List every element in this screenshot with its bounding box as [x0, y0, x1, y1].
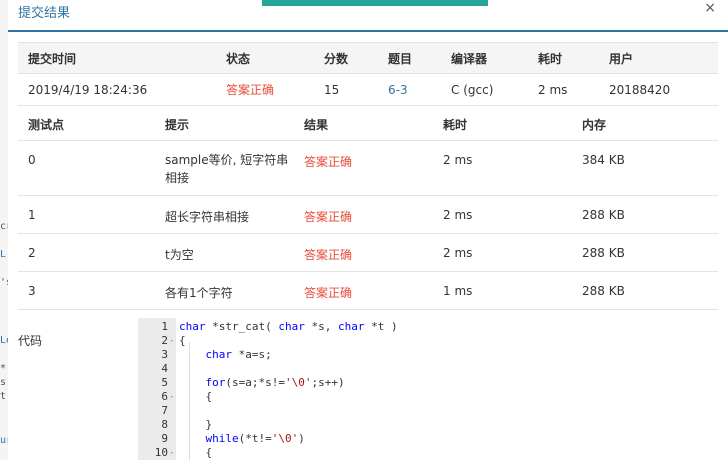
testcase-id: 3 [28, 284, 36, 298]
submission-row: 2019/4/19 18:24:36 答案正确 15 6-3 C (gcc) 2… [18, 74, 718, 106]
code-line: 5 for(s=a;*s!='\0';s++) [138, 376, 718, 390]
code-text: for(s=a;*s!='\0';s++) [205, 376, 345, 389]
submission-table-header: 提交时间 状态 分数 题目 编译器 耗时 用户 [18, 42, 718, 74]
testcase-hint: t为空 [165, 248, 194, 262]
line-number: 8 [161, 418, 168, 431]
fold-toggle-icon[interactable]: - [169, 334, 174, 348]
problem-link[interactable]: 6-3 [388, 83, 408, 97]
background-fragment: L [0, 249, 7, 260]
score: 15 [324, 82, 340, 97]
code-text: { [179, 446, 213, 459]
table-row: 2 t为空 答案正确 2 ms 288 KB [18, 234, 718, 272]
line-number: 2 [161, 334, 168, 347]
testcase-hint: 超长字符串相接 [165, 210, 250, 224]
header-compiler: 编译器 [451, 51, 488, 66]
background-fragment: * [0, 363, 7, 374]
code-text: } [179, 418, 213, 431]
header-time: 耗时 [538, 51, 563, 66]
code-editor[interactable]: 1 char *str_cat( char *s, char *t ) 2-{3 c… [138, 318, 718, 460]
submit-time: 2019/4/19 18:24:36 [28, 82, 148, 97]
submission-table: 提交时间 状态 分数 题目 编译器 耗时 用户 2019/4/19 18:24:… [18, 42, 718, 106]
testcase-id: 2 [28, 246, 36, 260]
background-fragment: t [0, 391, 7, 402]
testcase-memory: 384 KB [582, 153, 625, 167]
line-number: 9 [161, 432, 168, 445]
line-number: 6 [161, 390, 168, 403]
header-status: 状态 [226, 51, 251, 66]
testcase-time: 2 ms [443, 246, 473, 260]
line-number: 3 [161, 348, 168, 361]
status-badge: 答案正确 [226, 83, 275, 97]
line-number: 10 [154, 446, 168, 459]
code-line: 2-{ [138, 334, 718, 348]
testcase-table-header: 测试点 提示 结果 耗时 内存 [18, 106, 718, 141]
table-row: 1 超长字符串相接 答案正确 2 ms 288 KB [18, 196, 718, 234]
testcase-result: 答案正确 [304, 155, 353, 169]
code-line: 4 [138, 362, 718, 376]
header-submit-time: 提交时间 [28, 51, 77, 66]
testcase-result: 答案正确 [304, 248, 353, 262]
code-line: 3 char *a=s; [138, 348, 718, 362]
code-text: char *str_cat( char *s, char *t ) [179, 320, 398, 333]
code-label: 代码 [18, 334, 43, 348]
code-text: while(*t!='\0') [205, 432, 305, 445]
dialog-title: 提交结果 [18, 6, 71, 21]
code-text: char *a=s; [205, 348, 272, 361]
table-row: 3 各有1个字符 答案正确 1 ms 288 KB [18, 272, 718, 310]
testcase-table: 测试点 提示 结果 耗时 内存 0 sample等价, 短字符串相接 答案正确 … [18, 106, 718, 310]
header-problem: 题目 [388, 51, 413, 66]
dialog-header: 提交结果 × [8, 0, 728, 32]
header-time: 耗时 [443, 118, 468, 132]
code-line: 8 } [138, 418, 718, 432]
code-text: { [179, 334, 186, 347]
close-icon[interactable]: × [704, 0, 716, 16]
testcase-time: 1 ms [443, 284, 473, 298]
testcase-id: 0 [28, 153, 36, 167]
header-result: 结果 [304, 118, 329, 132]
testcase-hint: sample等价, 短字符串相接 [165, 153, 289, 185]
header-memory: 内存 [582, 118, 607, 132]
testcase-result: 答案正确 [304, 286, 353, 300]
line-number: 4 [161, 362, 168, 375]
code-line: 6- { [138, 390, 718, 404]
compiler: C (gcc) [451, 82, 494, 97]
code-line: 9 while(*t!='\0') [138, 432, 718, 446]
background-fragment: s [0, 377, 7, 388]
testcase-memory: 288 KB [582, 284, 625, 298]
testcase-memory: 288 KB [582, 208, 625, 222]
code-text: { [179, 390, 213, 403]
line-number: 1 [161, 320, 168, 333]
header-hint: 提示 [165, 118, 190, 132]
line-number: 5 [161, 376, 168, 389]
testcase-time: 2 ms [443, 153, 473, 167]
fold-toggle-icon[interactable]: - [169, 390, 174, 404]
header-testcase: 测试点 [28, 118, 65, 132]
testcase-id: 1 [28, 208, 36, 222]
fold-toggle-icon[interactable]: - [169, 446, 174, 460]
code-line: 1 char *str_cat( char *s, char *t ) [138, 320, 718, 334]
table-row: 0 sample等价, 短字符串相接 答案正确 2 ms 384 KB [18, 141, 718, 196]
run-time: 2 ms [538, 82, 568, 97]
header-score: 分数 [324, 51, 349, 66]
code-line: 7 [138, 404, 718, 418]
testcase-memory: 288 KB [582, 246, 625, 260]
line-number: 7 [161, 404, 168, 417]
testcase-time: 2 ms [443, 208, 473, 222]
user-id: 20188420 [609, 82, 671, 97]
submission-result-dialog: 提交结果 × 提交时间 状态 分数 题目 编译器 耗时 用户 2019/4/19… [8, 0, 728, 460]
testcase-hint: 各有1个字符 [165, 286, 233, 300]
testcase-result: 答案正确 [304, 210, 353, 224]
code-line: 10- { [138, 446, 718, 460]
header-user: 用户 [609, 51, 634, 66]
